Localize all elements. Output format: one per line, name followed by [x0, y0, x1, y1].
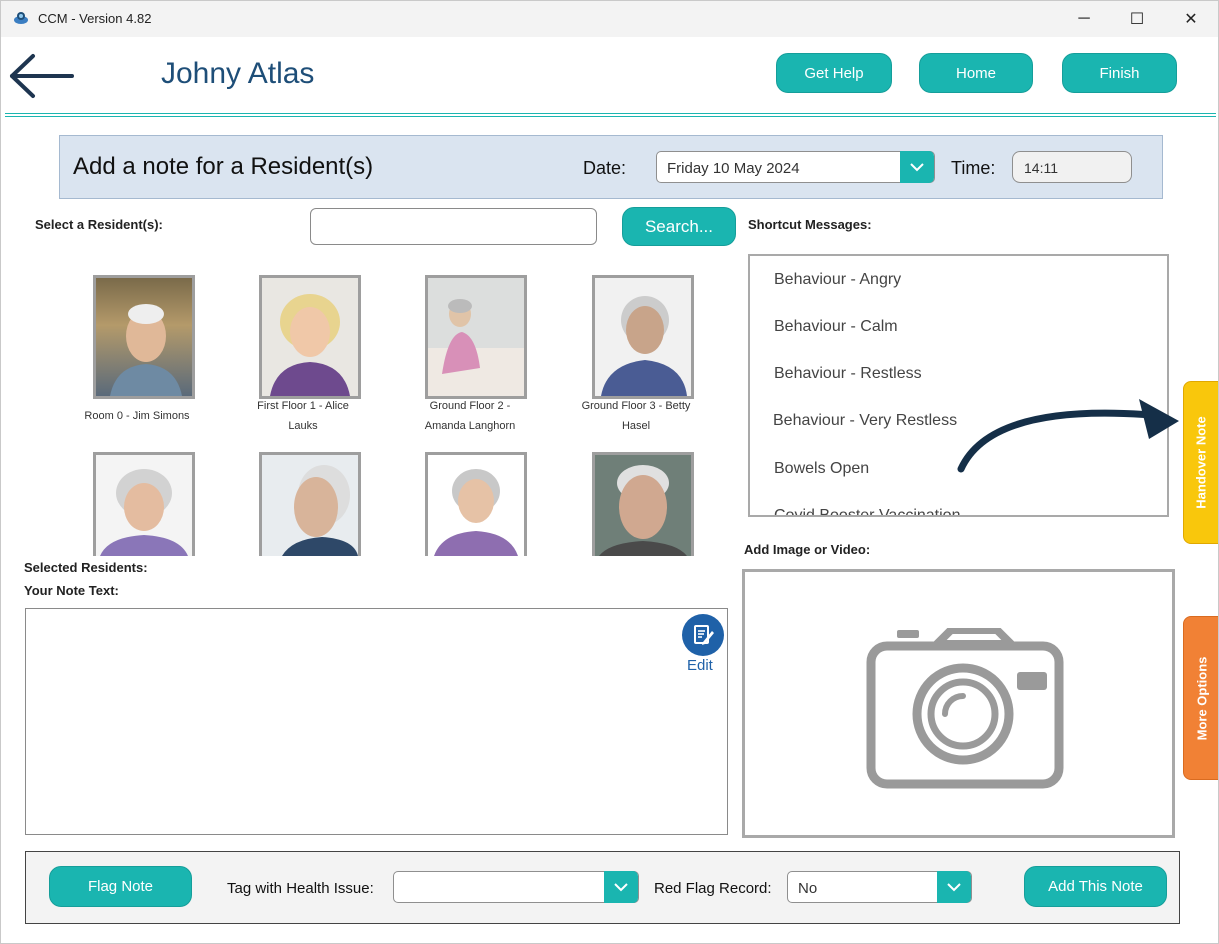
close-button[interactable]: ✕: [1168, 5, 1214, 33]
handover-note-tab[interactable]: Handover Note: [1183, 381, 1218, 544]
date-picker[interactable]: Friday 10 May 2024: [656, 151, 935, 183]
window-title: CCM - Version 4.82: [38, 11, 152, 26]
resident-photo[interactable]: [259, 452, 361, 556]
title-bar: CCM - Version 4.82 ─ ☐ ✕: [1, 1, 1218, 37]
resident-photo[interactable]: [259, 275, 361, 399]
resident-portrait-icon: [110, 304, 182, 396]
image-upload-area[interactable]: [742, 569, 1175, 838]
shortcut-item[interactable]: Behaviour - Very Restless: [773, 412, 957, 430]
more-options-label: More Options: [1194, 656, 1209, 740]
red-flag-value: No: [798, 880, 818, 897]
minimize-button[interactable]: ─: [1061, 5, 1107, 33]
resident-caption: Ground Floor 2 - Amanda Langhorn: [424, 400, 516, 432]
note-header-panel: Add a note for a Resident(s) Date: Frida…: [59, 135, 1163, 199]
maximize-button[interactable]: ☐: [1114, 5, 1160, 33]
resident-photo[interactable]: [93, 452, 195, 556]
health-issue-label: Tag with Health Issue:: [227, 880, 374, 897]
resident-name: Johny Atlas: [161, 57, 315, 90]
health-issue-select[interactable]: [393, 871, 639, 903]
resident-caption: First Floor 1 - Alice Lauks: [257, 400, 349, 432]
resident-portrait-icon: [100, 469, 188, 556]
date-label: Date:: [583, 158, 627, 178]
shortcut-item[interactable]: Bowels Open: [774, 460, 869, 478]
chevron-down-icon[interactable]: [604, 871, 638, 903]
shortcut-list[interactable]: Behaviour - Angry Behaviour - Calm Behav…: [748, 254, 1169, 517]
time-label: Time:: [951, 158, 996, 178]
resident-portrait-icon: [434, 469, 518, 556]
back-arrow-icon[interactable]: [9, 53, 75, 99]
handover-note-label: Handover Note: [1194, 416, 1209, 509]
annotation-arrow-icon: [957, 399, 1179, 473]
flag-note-button[interactable]: Flag Note: [49, 866, 192, 907]
red-flag-select[interactable]: No: [787, 871, 972, 903]
finish-button[interactable]: Finish: [1062, 53, 1177, 93]
resident-portrait-icon: [428, 299, 524, 396]
panel-title: Add a note for a Resident(s): [73, 153, 374, 180]
edit-icon[interactable]: [682, 614, 724, 656]
resident-photo[interactable]: [592, 275, 694, 399]
search-button[interactable]: Search...: [622, 207, 736, 246]
app-window: CCM - Version 4.82 ─ ☐ ✕ Johny Atlas Get…: [0, 0, 1219, 944]
shortcut-item[interactable]: Behaviour - Restless: [774, 365, 922, 383]
get-help-button[interactable]: Get Help: [776, 53, 892, 93]
chevron-down-icon[interactable]: [937, 871, 971, 903]
chevron-down-icon[interactable]: [900, 151, 934, 183]
app-logo-icon: [14, 12, 28, 24]
select-residents-label: Select a Resident(s):: [35, 217, 163, 232]
resident-photo[interactable]: [592, 452, 694, 556]
resident-photo[interactable]: [425, 275, 527, 399]
shortcut-item[interactable]: Behaviour - Calm: [774, 318, 898, 336]
add-media-label: Add Image or Video:: [744, 542, 871, 557]
note-text-label: Your Note Text:: [24, 583, 119, 598]
resident-portrait-icon: [282, 465, 358, 556]
red-flag-label: Red Flag Record:: [654, 880, 772, 897]
shortcut-item[interactable]: Covid Booster Vaccination: [774, 507, 960, 515]
resident-portrait-icon: [599, 465, 687, 556]
resident-photo[interactable]: [425, 452, 527, 556]
home-button[interactable]: Home: [919, 53, 1033, 93]
resident-caption: Room 0 - Jim Simons: [84, 410, 190, 422]
resident-portrait-icon: [270, 294, 350, 396]
selected-residents-label: Selected Residents:: [24, 560, 148, 575]
time-field[interactable]: 14:11: [1012, 151, 1132, 183]
add-note-button[interactable]: Add This Note: [1024, 866, 1167, 907]
camera-icon: [866, 628, 1064, 789]
time-value: 14:11: [1024, 160, 1058, 176]
resident-portrait-icon: [601, 296, 687, 396]
edit-label[interactable]: Edit: [687, 657, 713, 674]
header-divider: [5, 113, 1216, 117]
more-options-tab[interactable]: More Options: [1183, 616, 1218, 780]
shortcut-messages-label: Shortcut Messages:: [748, 217, 872, 232]
resident-caption: Ground Floor 3 - Betty Hasel: [581, 400, 691, 432]
resident-search-input[interactable]: [310, 208, 597, 245]
resident-photo[interactable]: [93, 275, 195, 399]
note-text-area[interactable]: [25, 608, 728, 835]
shortcut-item[interactable]: Behaviour - Angry: [774, 271, 901, 289]
date-value: Friday 10 May 2024: [667, 160, 800, 177]
